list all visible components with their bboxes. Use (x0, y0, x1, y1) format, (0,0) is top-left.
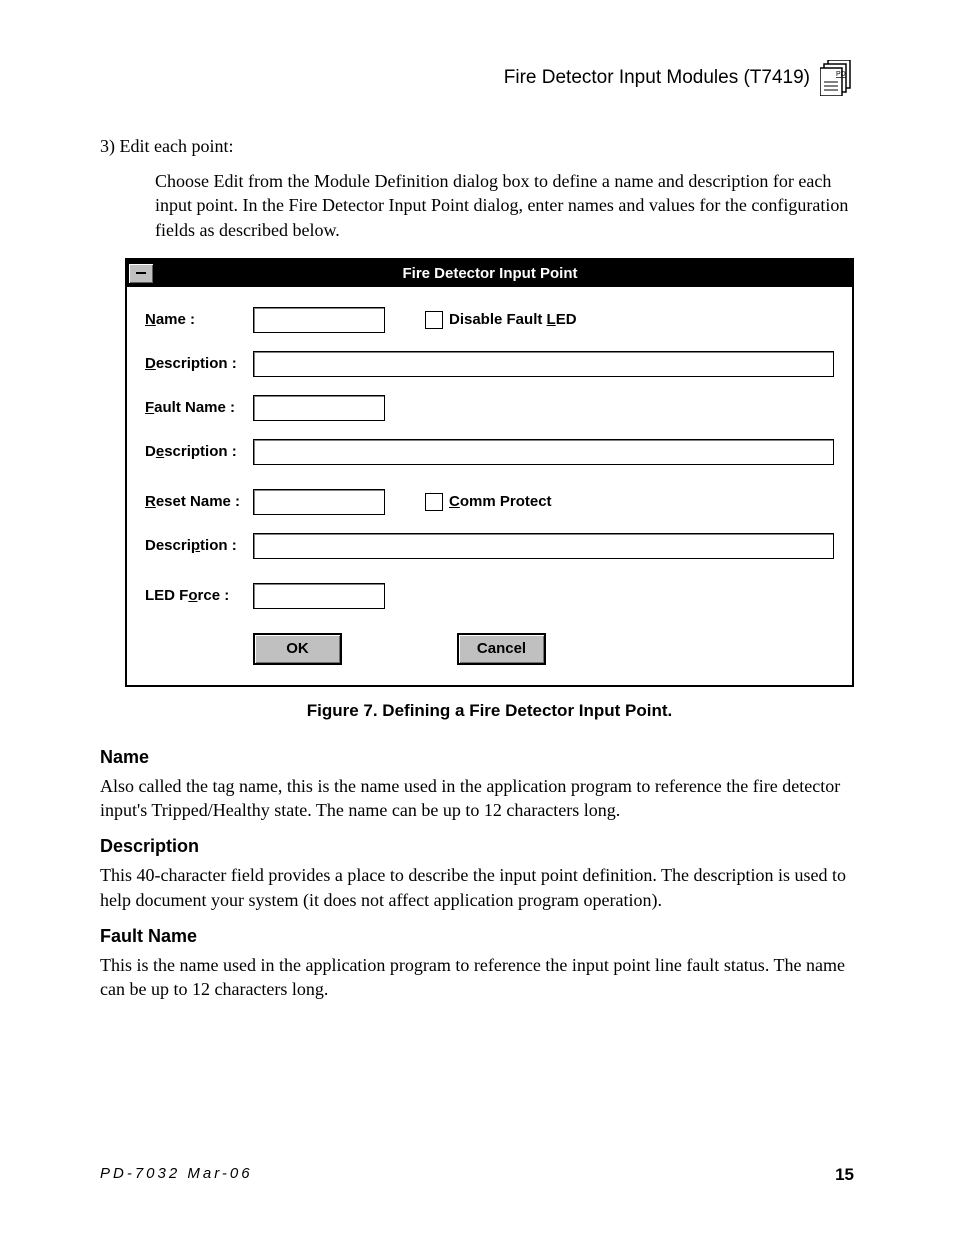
fault-section-heading: Fault Name (100, 926, 854, 947)
page-footer: PD-7032 Mar-06 15 (100, 1165, 854, 1185)
svg-text:PD: PD (836, 71, 846, 78)
fault-section-text: This is the name used in the application… (100, 953, 854, 1002)
name-section-text: Also called the tag name, this is the na… (100, 774, 854, 823)
comm-protect-label: Comm Protect (449, 493, 552, 510)
footer-docid: PD-7032 Mar-06 (100, 1165, 253, 1185)
dialog-title: Fire Detector Input Point (128, 265, 852, 282)
fault-name-input[interactable] (253, 395, 385, 421)
cancel-button[interactable]: Cancel (457, 633, 546, 665)
led-force-label: LED Force : (145, 587, 253, 604)
name-section-heading: Name (100, 747, 854, 768)
name-input[interactable] (253, 307, 385, 333)
description-input[interactable] (253, 351, 834, 377)
disable-fault-led-checkbox[interactable] (425, 311, 443, 329)
reset-name-label: Reset Name : (145, 493, 253, 510)
fault-description-input[interactable] (253, 439, 834, 465)
name-label: Name : (145, 311, 253, 328)
description-section-text: This 40-character field provides a place… (100, 863, 854, 912)
page-header: Fire Detector Input Modules (T7419) PD (100, 60, 854, 96)
fault-description-label: Description : (145, 443, 253, 460)
step-text: Choose Edit from the Module Definition d… (155, 169, 854, 242)
fault-name-label: Fault Name : (145, 399, 253, 416)
comm-protect-checkbox[interactable] (425, 493, 443, 511)
step-heading: 3) Edit each point: (100, 136, 854, 157)
figure-caption: Figure 7. Defining a Fire Detector Input… (125, 701, 854, 721)
fire-detector-dialog: Fire Detector Input Point Name : Disable… (125, 258, 854, 687)
ok-button[interactable]: OK (253, 633, 342, 665)
description-section-heading: Description (100, 836, 854, 857)
footer-page-number: 15 (835, 1165, 854, 1185)
header-title: Fire Detector Input Modules (T7419) (504, 67, 810, 89)
reset-description-label: Description : (145, 537, 253, 554)
dialog-titlebar: Fire Detector Input Point (127, 260, 852, 287)
reset-description-input[interactable] (253, 533, 834, 559)
led-force-input[interactable] (253, 583, 385, 609)
reset-name-input[interactable] (253, 489, 385, 515)
description-label: Description : (145, 355, 253, 372)
pd-document-icon: PD (820, 60, 854, 96)
disable-fault-led-label: Disable Fault LED (449, 311, 577, 328)
